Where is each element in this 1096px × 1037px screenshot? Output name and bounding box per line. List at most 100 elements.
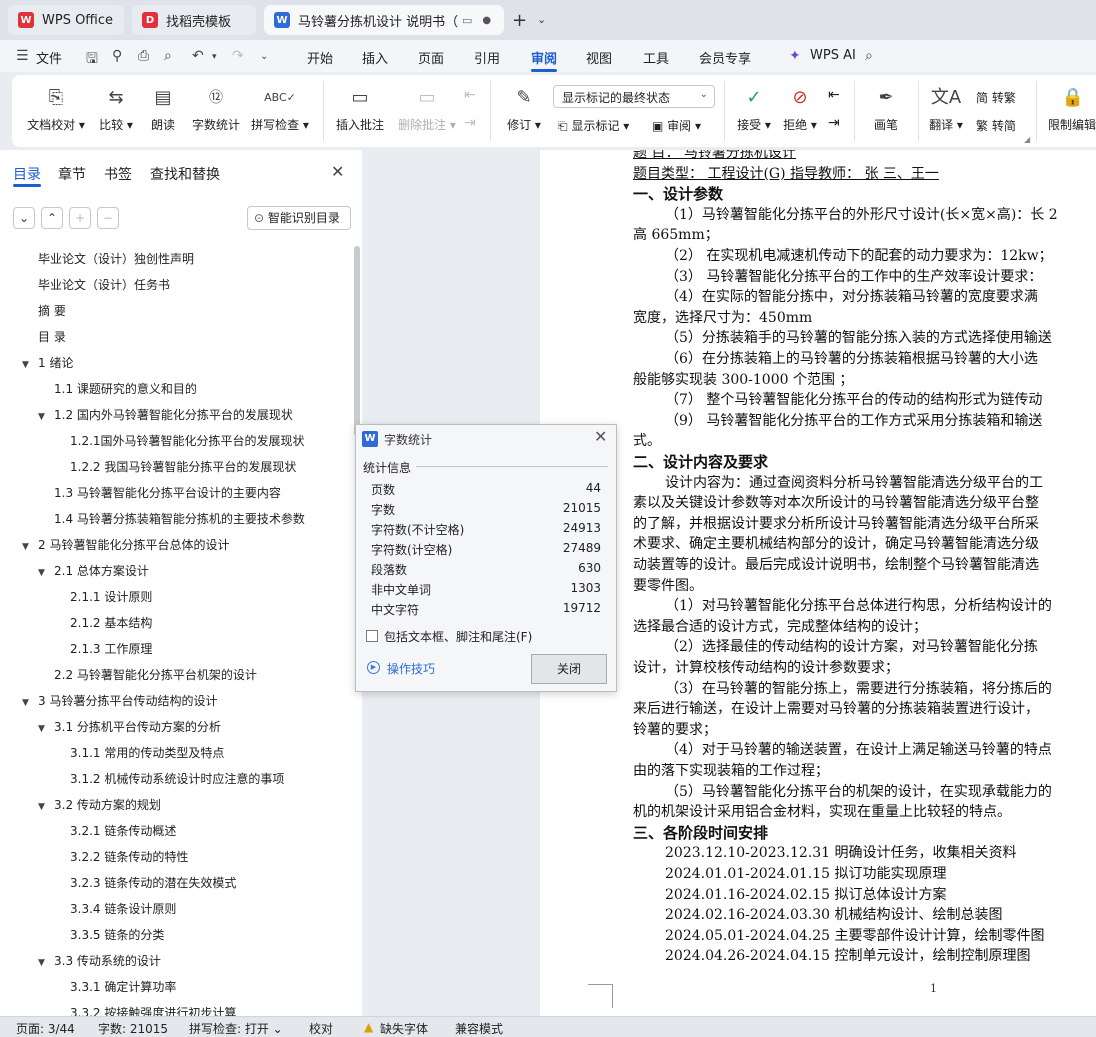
word-count-button[interactable]: ⑫ 字数统计: [190, 85, 242, 133]
tab-find-replace[interactable]: 查找和替换: [150, 164, 220, 184]
show-markup-button[interactable]: ⎗ 显示标记 ▾: [558, 117, 629, 134]
ink-button[interactable]: ✒ 画笔: [868, 85, 904, 133]
toc-item[interactable]: ▼ 2 马铃薯智能化分拣平台总体的设计: [22, 532, 229, 558]
toc-item[interactable]: ▼ 3 马铃薯分拣平台传动结构的设计: [22, 688, 217, 714]
next-comment-icon[interactable]: ⇥: [464, 115, 476, 131]
toc-item[interactable]: 毕业论文（设计）独创性声明: [38, 246, 194, 272]
expand-arrow-icon[interactable]: ▼: [38, 560, 54, 586]
toc-item[interactable]: 1.3 马铃薯智能化分拣平台设计的主要内容: [54, 480, 281, 506]
toc-item[interactable]: 3.2.1 链条传动概述: [70, 818, 176, 844]
document-page[interactable]: 题 目： 马铃薯分拣机设计 题目类型： 工程设计(G) 指导教师： 张 三、王一一…: [540, 150, 1096, 1016]
expand-arrow-icon[interactable]: ▼: [38, 794, 54, 820]
toc-item[interactable]: 3.1.2 机械传动系统设计时应注意的事项: [70, 766, 284, 792]
menu-page[interactable]: 页面: [418, 48, 444, 67]
translate-button[interactable]: 文A 翻译 ▾: [926, 85, 966, 133]
toc-item[interactable]: 3.3.4 链条设计原则: [70, 896, 176, 922]
spell-check-button[interactable]: ABC✓ 拼写检查 ▾: [250, 85, 310, 133]
review-pane-button[interactable]: ▣ 审阅 ▾: [652, 117, 701, 134]
tab-docer[interactable]: D 找稻壳模板: [132, 5, 256, 35]
proof-indicator[interactable]: 校对: [309, 1020, 333, 1037]
toc-item[interactable]: 摘 要: [38, 298, 66, 324]
wps-ai-icon[interactable]: ✦: [789, 48, 801, 64]
include-textbox-checkbox[interactable]: [366, 630, 378, 642]
save-icon[interactable]: 🖫: [86, 48, 98, 72]
new-tab-plus-icon[interactable]: +: [512, 10, 527, 31]
toc-item[interactable]: 2.2 马铃薯智能化分拣平台机架的设计: [54, 662, 257, 688]
menu-member[interactable]: 会员专享: [699, 48, 751, 67]
delete-comment-button[interactable]: ▭ 删除批注 ▾: [396, 85, 458, 133]
menu-home[interactable]: 开始: [307, 48, 333, 67]
tab-wps-office[interactable]: W WPS Office: [8, 5, 124, 35]
hamburger-menu-icon[interactable]: ☰: [16, 48, 29, 64]
restrict-edit-button[interactable]: 🔒 限制编辑: [1048, 85, 1096, 133]
next-change-icon[interactable]: ⇥: [828, 115, 840, 131]
expand-arrow-icon[interactable]: ▼: [22, 690, 38, 716]
proof-button[interactable]: ⎘ 文档校对 ▾: [26, 85, 86, 133]
toc-item[interactable]: 2.1.2 基本结构: [70, 610, 152, 636]
insert-comment-button[interactable]: ▭ 插入批注: [334, 85, 386, 133]
markup-display-select[interactable]: 显示标记的最终状态 ⌄: [553, 85, 715, 108]
add-heading-icon[interactable]: +: [69, 207, 91, 229]
toc-item[interactable]: 1.1 课题研究的意义和目的: [54, 376, 197, 402]
toc-item[interactable]: 1.4 马铃薯分拣装箱智能分拣机的主要技术参数: [54, 506, 305, 532]
toc-item[interactable]: 毕业论文（设计）任务书: [38, 272, 170, 298]
dialog-launcher-icon[interactable]: ◢: [1024, 135, 1030, 144]
to-simplified-button[interactable]: 繁 转简: [976, 117, 1016, 134]
page-indicator[interactable]: 页面: 3/44: [16, 1020, 75, 1037]
tab-toc[interactable]: 目录: [13, 164, 41, 184]
expand-arrow-icon[interactable]: ▼: [22, 352, 38, 378]
prev-change-icon[interactable]: ⇤: [828, 87, 840, 103]
expand-arrow-icon[interactable]: ▼: [38, 950, 54, 976]
toc-item[interactable]: ▼ 3.3 传动系统的设计: [38, 948, 161, 974]
tips-link[interactable]: 操作技巧: [387, 660, 435, 677]
expand-arrow-icon[interactable]: ▼: [22, 534, 38, 560]
revise-button[interactable]: ✎ 修订 ▾: [504, 85, 544, 133]
prev-comment-icon[interactable]: ⇤: [464, 87, 476, 103]
menu-review[interactable]: 审阅: [531, 48, 557, 67]
toc-item[interactable]: ▼ 2.1 总体方案设计: [38, 558, 149, 584]
accept-button[interactable]: ✓ 接受 ▾: [734, 85, 774, 133]
toc-item[interactable]: 3.3.2 按接触强度进行初步计算: [70, 1000, 236, 1016]
menu-file[interactable]: 文件: [36, 48, 62, 67]
menu-tools[interactable]: 工具: [643, 48, 669, 67]
print-preview-icon[interactable]: ⌕: [164, 48, 172, 64]
tab-sections[interactable]: 章节: [58, 164, 86, 184]
toc-item[interactable]: 1.2.1国外马铃薯智能化分拣平台的发展现状: [70, 428, 305, 454]
close-button[interactable]: 关闭: [531, 654, 607, 684]
remove-heading-icon[interactable]: −: [97, 207, 119, 229]
collapse-chevron-icon[interactable]: ⌄: [13, 207, 35, 229]
toc-item[interactable]: 1.2.2 我国马铃薯智能分拣平台的发展现状: [70, 454, 296, 480]
menu-references[interactable]: 引用: [474, 48, 500, 67]
undo-dropdown-icon[interactable]: ▾: [212, 52, 217, 62]
chevron-down-icon[interactable]: ⌄: [537, 13, 546, 26]
spell-check-indicator[interactable]: 拼写检查: 打开 ⌄: [189, 1020, 283, 1037]
undo-icon[interactable]: ↶: [192, 48, 204, 64]
toc-item[interactable]: 2.1.1 设计原则: [70, 584, 152, 610]
toc-item[interactable]: 3.1.1 常用的传动类型及特点: [70, 740, 224, 766]
share-icon[interactable]: ⚲: [112, 48, 122, 64]
toc-item[interactable]: 3.3.1 确定计算功率: [70, 974, 176, 1000]
tab-bookmarks[interactable]: 书签: [104, 164, 132, 184]
window-icon[interactable]: ▭: [462, 14, 472, 27]
toc-item[interactable]: 目 录: [38, 324, 66, 350]
toc-item[interactable]: ▼ 1 绪论: [22, 350, 73, 376]
print-icon[interactable]: ⎙: [138, 48, 149, 64]
toc-item[interactable]: ▼ 1.2 国内外马铃薯智能化分拣平台的发展现状: [38, 402, 293, 428]
expand-arrow-icon[interactable]: ▼: [38, 404, 54, 430]
include-textbox-label[interactable]: 包括文本框、脚注和尾注(F): [384, 628, 532, 645]
menu-insert[interactable]: 插入: [362, 48, 388, 67]
menu-wps-ai[interactable]: WPS AI: [810, 48, 856, 63]
toc-item[interactable]: ▼ 3.1 分拣机平台传动方案的分析: [38, 714, 221, 740]
more-chevron-icon[interactable]: ⌄: [260, 51, 268, 62]
close-icon[interactable]: ✕: [594, 427, 607, 446]
nav-scrollbar[interactable]: [354, 246, 360, 436]
reject-button[interactable]: ⊘ 拒绝 ▾: [780, 85, 820, 133]
redo-icon[interactable]: ↷: [232, 48, 244, 64]
missing-font-indicator[interactable]: 缺失字体: [380, 1020, 428, 1037]
tab-document[interactable]: W 马铃薯分拣机设计 说明书（论 ▭ ●: [264, 5, 504, 35]
toc-item[interactable]: ▼ 3.2 传动方案的规划: [38, 792, 161, 818]
to-traditional-button[interactable]: 简 转繁: [976, 89, 1016, 106]
compare-button[interactable]: ⇆ 比较 ▾: [96, 85, 136, 133]
toc-item[interactable]: 3.3.5 链条的分类: [70, 922, 164, 948]
search-icon[interactable]: ⌕: [865, 48, 873, 64]
